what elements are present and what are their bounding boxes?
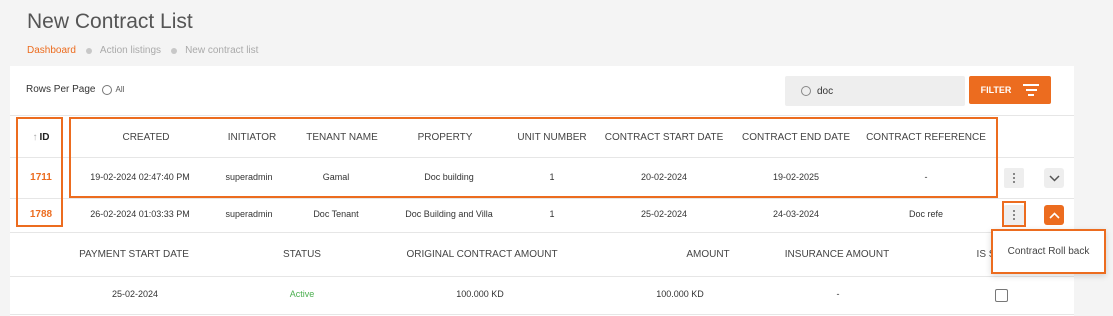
search-value[interactable]: doc [817,86,833,97]
breadcrumb-dashboard[interactable]: Dashboard [27,45,76,56]
rows-per-page: Rows Per Page All [26,84,124,95]
row-actions-button[interactable] [1004,168,1024,188]
divider [10,314,1074,315]
chevron-up-icon [1048,211,1060,219]
detail-header-original-contract-amount: ORIGINAL CONTRACT AMOUNT [406,249,558,260]
rows-all-radio[interactable] [102,84,113,95]
collapse-row-button[interactable] [1044,205,1064,225]
rows-all-label[interactable]: All [115,85,124,94]
cell-created: 26-02-2024 01:03:33 PM [90,209,190,219]
page-title: New Contract List [27,10,193,33]
cell-initiator: superadmin [225,209,273,219]
breadcrumb-separator [171,47,178,54]
cell-amount: 100.000 KD [656,289,704,299]
cell-contract-reference: Doc refe [908,209,944,219]
cell-property: Doc Building and Villa [405,209,493,219]
rows-per-page-label: Rows Per Page [26,84,96,95]
cell-contract-start-date: 25-02-2024 [640,209,688,219]
divider [10,232,1074,233]
breadcrumb-new-contract-list: New contract list [185,45,259,56]
breadcrumb-action-listings[interactable]: Action listings [100,45,161,56]
filter-button[interactable]: FILTER [969,76,1051,104]
expand-row-button[interactable] [1044,168,1064,188]
detail-header-payment-start-date: PAYMENT START DATE [79,249,189,260]
cell-tenant-name: Doc Tenant [313,209,359,219]
detail-header-status: STATUS [283,249,321,260]
chevron-down-icon [1048,174,1060,182]
is-selected-checkbox[interactable] [995,289,1008,302]
contract-roll-back-menu-item[interactable]: Contract Roll back [1008,246,1090,257]
filter-lines-icon [1023,84,1040,96]
cell-unit-number: 1 [549,209,555,219]
kebab-highlight [1002,201,1026,227]
cell-insurance-amount: - [836,289,840,299]
breadcrumb: Dashboard Action listings New contract l… [27,45,258,56]
row-actions-menu: Contract Roll back [991,229,1106,274]
divider [10,115,1074,116]
divider [10,276,1074,277]
search-icon [801,86,811,96]
detail-header-amount: AMOUNT [686,249,730,260]
header-row-highlight [69,117,998,198]
status-badge: Active [289,289,315,299]
cell-original-contract-amount: 100.000 KD [456,289,504,299]
filter-label: FILTER [980,85,1012,95]
search-input[interactable]: doc [785,76,965,106]
divider [10,198,1074,199]
breadcrumb-separator [85,47,92,54]
id-column-highlight [16,117,63,227]
detail-header-insurance-amount: INSURANCE AMOUNT [784,249,890,260]
cell-contract-end-date: 24-03-2024 [772,209,820,219]
cell-payment-start-date: 25-02-2024 [111,289,159,299]
